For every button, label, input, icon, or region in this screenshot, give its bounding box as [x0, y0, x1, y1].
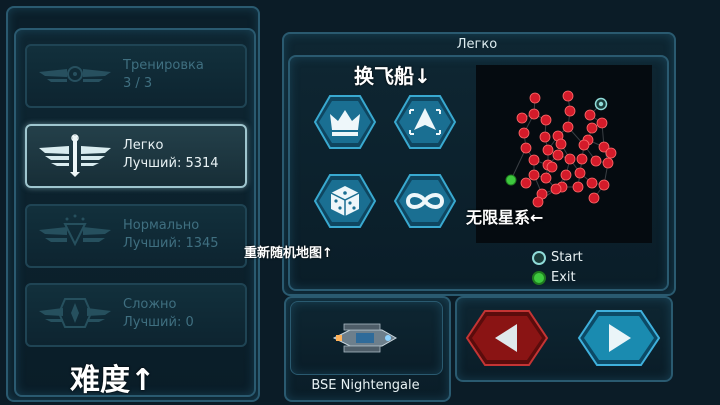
difficulty-card-training[interactable]: Тренировка 3 / 3: [25, 44, 247, 108]
infinite-galaxy-button[interactable]: [394, 173, 456, 229]
difficulty-name: Тренировка: [123, 58, 204, 73]
start-legend-icon: [532, 251, 546, 265]
reroll-map-button[interactable]: [314, 173, 376, 229]
change-ship-button[interactable]: [394, 94, 456, 150]
ship-name: BSE Nightengale: [311, 378, 420, 393]
legend-exit-label: Exit: [551, 270, 576, 285]
next-button[interactable]: [577, 309, 661, 367]
wings-emblem-icon: [39, 66, 111, 82]
exit-legend-icon: [532, 271, 546, 285]
ship-preview-icon: [332, 323, 398, 353]
difficulty-card-easy[interactable]: Легко Лучший: 5314: [25, 124, 247, 188]
annotation-change-ship: 换飞船↓: [354, 64, 431, 88]
difficulty-best: Лучший: 1345: [123, 236, 219, 251]
wings-emblem-icon: [39, 298, 111, 328]
difficulty-best: Лучший: 5314: [123, 156, 219, 171]
difficulty-card-hard[interactable]: Сложно Лучший: 0: [25, 283, 247, 347]
difficulty-best: Лучший: 0: [123, 315, 194, 330]
exit-node: [505, 174, 517, 186]
difficulty-name: Нормально: [123, 218, 200, 233]
difficulty-card-normal[interactable]: Нормально Лучший: 1345: [25, 204, 247, 268]
difficulty-name: Легко: [123, 138, 164, 153]
map-panel-title: Легко: [456, 37, 498, 52]
annotation-rerandom-map: 重新随机地图↑: [244, 246, 333, 261]
crown-button[interactable]: [314, 94, 376, 150]
annotation-infinite-galaxy: 无限星系←: [466, 208, 544, 227]
difficulty-name: Сложно: [123, 297, 177, 312]
annotation-difficulty: 难度↑: [70, 363, 156, 398]
wings-emblem-icon: [39, 134, 111, 177]
prev-button[interactable]: [465, 309, 549, 367]
difficulty-best: 3 / 3: [123, 76, 153, 91]
legend-exit: Exit: [532, 270, 576, 285]
legend-start: Start: [532, 250, 583, 265]
screen: { "map_header": "Легко", "difficulties":…: [0, 0, 720, 405]
legend-start-label: Start: [551, 250, 583, 265]
wings-emblem-icon: [39, 214, 111, 247]
